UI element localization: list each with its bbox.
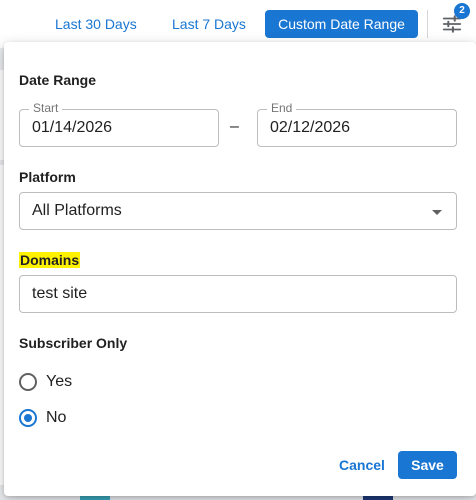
platform-title: Platform xyxy=(19,169,76,185)
top-toolbar: Last 30 Days Last 7 Days Custom Date Ran… xyxy=(0,0,476,48)
no-label: No xyxy=(46,409,67,426)
domains-title: Domains xyxy=(19,252,81,268)
date-range-title: Date Range xyxy=(19,72,97,88)
end-date-label: End xyxy=(267,101,297,115)
save-button[interactable]: Save xyxy=(398,451,457,479)
filter-count-badge: 2 xyxy=(454,3,470,19)
domains-input-value: test site xyxy=(32,285,88,302)
end-date-value: 02/12/2026 xyxy=(270,119,351,136)
filter-popover: Date Range Start 01/14/2026 – End 02/12/… xyxy=(4,42,476,496)
custom-date-range-button[interactable]: Custom Date Range xyxy=(265,10,418,38)
start-date-label: Start xyxy=(29,101,63,115)
domains-input[interactable]: test site xyxy=(19,275,457,313)
start-date-field[interactable]: Start 01/14/2026 xyxy=(19,101,219,147)
toolbar-divider xyxy=(427,10,428,38)
subscriber-only-title: Subscriber Only xyxy=(19,335,128,351)
date-range-separator: – xyxy=(230,118,239,135)
last-30-days-button[interactable]: Last 30 Days xyxy=(55,11,137,37)
cancel-button[interactable]: Cancel xyxy=(337,452,387,478)
yes-radio[interactable] xyxy=(19,373,37,391)
platform-selected-value: All Platforms xyxy=(32,202,122,219)
no-radio[interactable] xyxy=(19,409,37,427)
start-date-value: 01/14/2026 xyxy=(32,119,113,136)
end-date-field[interactable]: End 02/12/2026 xyxy=(257,101,457,147)
chevron-down-icon xyxy=(432,210,442,215)
platform-select[interactable]: All Platforms xyxy=(19,192,457,230)
last-7-days-button[interactable]: Last 7 Days xyxy=(172,11,246,37)
domains-title-text: Domains xyxy=(19,252,81,268)
yes-label: Yes xyxy=(46,373,73,390)
